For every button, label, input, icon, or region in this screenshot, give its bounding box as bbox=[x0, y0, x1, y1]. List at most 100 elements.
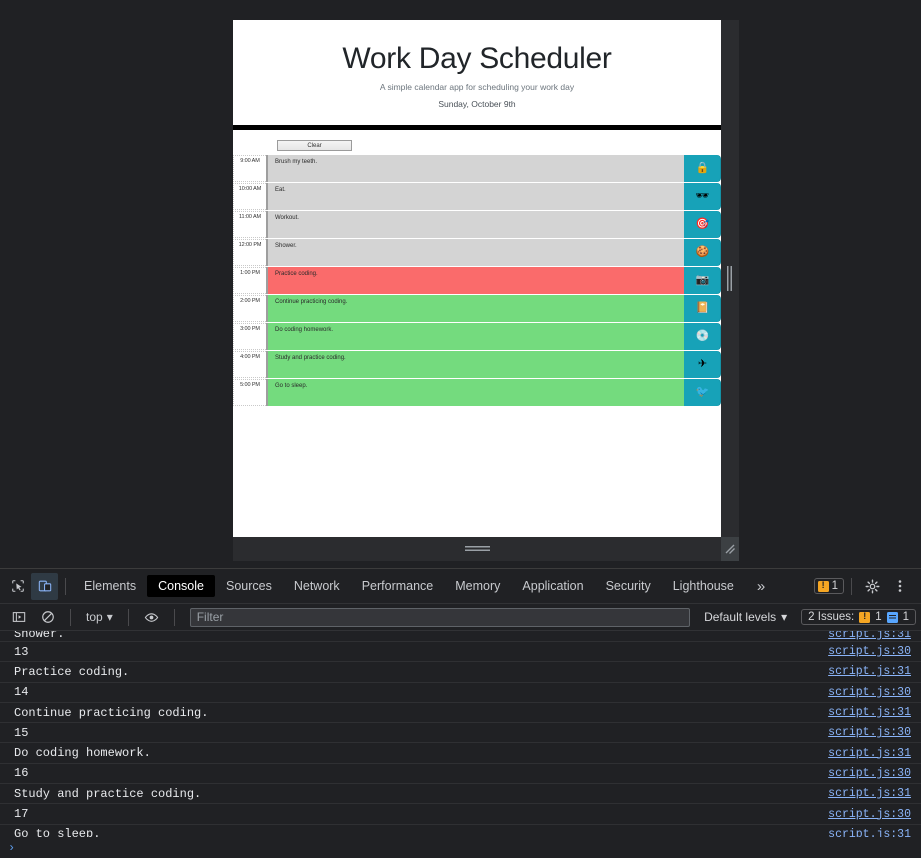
clear-button[interactable]: Clear bbox=[277, 140, 352, 151]
time-block-textarea[interactable]: Continue practicing coding. bbox=[266, 295, 684, 322]
tab-memory[interactable]: Memory bbox=[444, 575, 511, 597]
tab-performance[interactable]: Performance bbox=[351, 575, 445, 597]
console-filter-bar: top ▾ Default levels ▾ 2 Issues: 1 1 bbox=[0, 604, 921, 631]
console-message-text: Study and practice coding. bbox=[14, 786, 202, 801]
time-block-textarea[interactable]: Study and practice coding. bbox=[266, 351, 684, 378]
device-corner-resize-icon[interactable] bbox=[721, 537, 739, 561]
time-block: 3:00 PM Do coding homework. 💿 bbox=[233, 323, 721, 351]
tab-console[interactable]: Console bbox=[147, 575, 215, 597]
live-expression-eye-icon[interactable] bbox=[138, 604, 165, 631]
save-button[interactable]: 📷 bbox=[684, 267, 721, 294]
console-source-link[interactable]: script.js:31 bbox=[828, 828, 911, 837]
tab-elements[interactable]: Elements bbox=[73, 575, 147, 597]
console-message-text: 14 bbox=[14, 685, 29, 700]
book-icon: 📔 bbox=[695, 302, 710, 314]
time-block-hour: 11:00 AM bbox=[233, 211, 266, 238]
issues-badge[interactable]: 2 Issues: 1 1 bbox=[801, 609, 916, 625]
more-options-icon[interactable] bbox=[886, 573, 913, 600]
inspect-element-icon[interactable] bbox=[4, 573, 31, 600]
device-bottom-grip-icon[interactable] bbox=[465, 546, 490, 551]
console-message-text: 15 bbox=[14, 725, 29, 740]
time-block-hour: 4:00 PM bbox=[233, 351, 266, 378]
time-block-hour: 1:00 PM bbox=[233, 267, 266, 294]
console-source-link[interactable]: script.js:30 bbox=[828, 808, 911, 821]
console-message-list[interactable]: Shower. script.js:31 13 script.js:30 Practic… bbox=[0, 631, 921, 837]
save-button[interactable]: 🐦 bbox=[684, 379, 721, 406]
device-toolbar-toggle-icon[interactable] bbox=[31, 572, 58, 600]
time-block-hour: 12:00 PM bbox=[233, 239, 266, 266]
console-source-link[interactable]: script.js:30 bbox=[828, 686, 911, 699]
console-message-row: 16 script.js:30 bbox=[0, 764, 921, 785]
console-message-row: Continue practicing coding. script.js:31 bbox=[0, 703, 921, 724]
settings-gear-icon[interactable] bbox=[859, 573, 886, 600]
airplane-icon: ✈ bbox=[697, 358, 708, 370]
filterbar-divider-1 bbox=[70, 608, 71, 626]
bird-icon: 🐦 bbox=[695, 386, 710, 398]
time-block-hour: 3:00 PM bbox=[233, 323, 266, 350]
console-message-row: 14 script.js:30 bbox=[0, 683, 921, 703]
console-message-text: 16 bbox=[14, 766, 29, 781]
target-icon: 🎯 bbox=[695, 218, 710, 230]
chevron-down-icon-levels: ▾ bbox=[781, 610, 788, 624]
console-message-text: 17 bbox=[14, 807, 29, 822]
save-button[interactable]: 🕶 bbox=[684, 183, 721, 210]
time-block-textarea[interactable]: Brush my teeth. bbox=[266, 155, 684, 182]
time-block: 2:00 PM Continue practicing coding. 📔 bbox=[233, 295, 721, 323]
console-message-row: Do coding homework. script.js:31 bbox=[0, 743, 921, 764]
console-source-link[interactable]: script.js:31 bbox=[828, 631, 911, 641]
log-levels-select[interactable]: Default levels ▾ bbox=[698, 608, 793, 626]
save-button[interactable]: 🔒 bbox=[684, 155, 721, 182]
console-message-row: Study and practice coding. script.js:31 bbox=[0, 784, 921, 805]
console-source-link[interactable]: script.js:31 bbox=[828, 787, 911, 800]
time-block: 9:00 AM Brush my teeth. 🔒 bbox=[233, 155, 721, 183]
save-button[interactable]: 💿 bbox=[684, 323, 721, 350]
time-block: 11:00 AM Workout. 🎯 bbox=[233, 211, 721, 239]
tab-sources[interactable]: Sources bbox=[215, 575, 283, 597]
tabbar-divider bbox=[65, 577, 66, 595]
console-source-link[interactable]: script.js:31 bbox=[828, 747, 911, 760]
save-button[interactable]: 📔 bbox=[684, 295, 721, 322]
chevron-down-icon: ▾ bbox=[106, 610, 113, 624]
time-block-textarea[interactable]: Shower. bbox=[266, 239, 684, 266]
console-source-link[interactable]: script.js:31 bbox=[828, 665, 911, 678]
clear-console-icon[interactable] bbox=[34, 604, 61, 631]
console-message-text: Do coding homework. bbox=[14, 746, 151, 761]
console-source-link[interactable]: script.js:30 bbox=[828, 767, 911, 780]
issues-warning-icon bbox=[859, 611, 871, 623]
device-right-grip-icon[interactable] bbox=[727, 266, 732, 291]
devtools-panel: Elements Console Sources Network Performance… bbox=[0, 568, 921, 858]
console-sidebar-toggle-icon[interactable] bbox=[5, 604, 32, 631]
console-prompt[interactable]: › bbox=[0, 837, 921, 858]
time-block-list: 9:00 AM Brush my teeth. 🔒 10:00 AM Eat. 🕶 11:0… bbox=[233, 155, 721, 407]
filterbar-divider-2 bbox=[127, 608, 129, 626]
tab-security[interactable]: Security bbox=[595, 575, 662, 597]
tabbar-warning-badge[interactable]: 1 bbox=[813, 578, 844, 594]
save-button[interactable]: 🎯 bbox=[684, 211, 721, 238]
save-button[interactable]: 🍪 bbox=[684, 239, 721, 266]
time-block-textarea[interactable]: Go to sleep. bbox=[266, 379, 684, 406]
issues-info-count: 1 bbox=[902, 611, 909, 623]
tab-application[interactable]: Application bbox=[511, 575, 594, 597]
console-source-link[interactable]: script.js:31 bbox=[828, 706, 911, 719]
app-subtitle: A simple calendar app for scheduling you… bbox=[379, 82, 575, 92]
save-button[interactable]: ✈ bbox=[684, 351, 721, 378]
console-filter-input[interactable] bbox=[189, 607, 691, 627]
tabbar-divider-2 bbox=[851, 577, 852, 595]
execution-context-select[interactable]: top ▾ bbox=[80, 608, 119, 626]
console-message-text: 13 bbox=[14, 644, 29, 659]
time-block-textarea[interactable]: Do coding homework. bbox=[266, 323, 684, 350]
app-header: Work Day Scheduler A simple calendar app… bbox=[233, 20, 721, 125]
time-block-hour: 5:00 PM bbox=[233, 379, 266, 406]
more-tabs-icon[interactable]: » bbox=[745, 579, 777, 594]
tab-lighthouse[interactable]: Lighthouse bbox=[662, 575, 745, 597]
console-message-text: Shower. bbox=[14, 631, 65, 641]
console-source-link[interactable]: script.js:30 bbox=[828, 726, 911, 739]
log-levels-value: Default levels bbox=[704, 610, 777, 624]
time-block-textarea[interactable]: Eat. bbox=[266, 183, 684, 210]
console-source-link[interactable]: script.js:30 bbox=[828, 645, 911, 658]
console-message-row: 17 script.js:30 bbox=[0, 804, 921, 825]
camera-icon: 📷 bbox=[695, 274, 710, 286]
tab-network[interactable]: Network bbox=[283, 575, 351, 597]
time-block-textarea[interactable]: Practice coding. bbox=[266, 267, 684, 294]
time-block-textarea[interactable]: Workout. bbox=[266, 211, 684, 238]
